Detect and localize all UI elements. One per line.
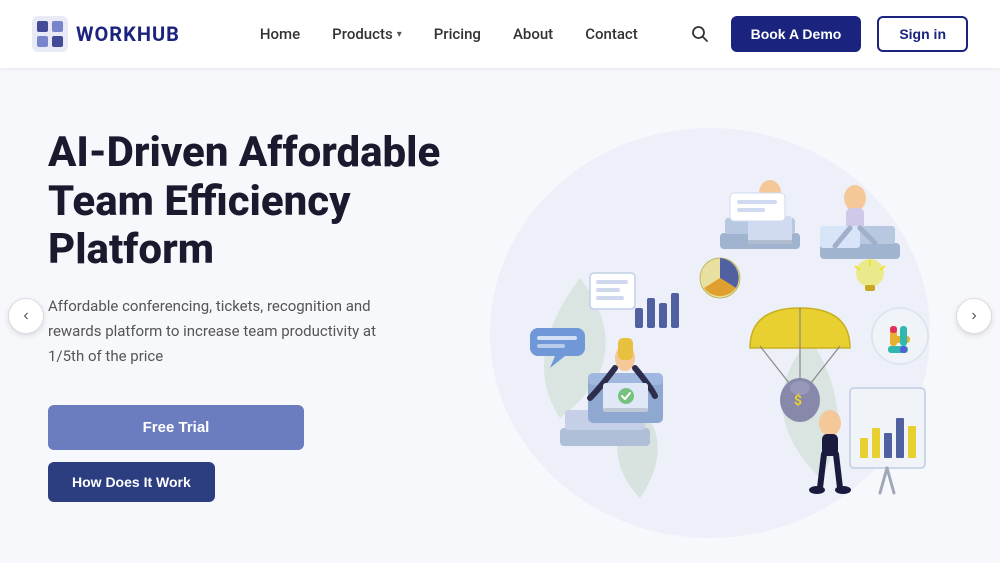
hero-svg: $ (440, 78, 960, 558)
hero-title: AI-Driven Affordable Team Efficiency Pla… (48, 129, 448, 274)
search-button[interactable] (685, 19, 715, 49)
carousel-next-button[interactable]: › (956, 298, 992, 334)
logo-text: WORKHUB (76, 22, 180, 46)
free-trial-button[interactable]: Free Trial (48, 405, 304, 450)
hero-content: AI-Driven Affordable Team Efficiency Pla… (48, 129, 448, 501)
sign-in-button[interactable]: Sign in (877, 16, 968, 52)
nav-products[interactable]: Products ▾ (332, 25, 402, 43)
logo-icon (32, 16, 68, 52)
search-icon (691, 25, 709, 43)
hero-subtitle: Affordable conferencing, tickets, recogn… (48, 294, 388, 368)
logo-link[interactable]: WORKHUB (32, 16, 180, 52)
hero-illustration: $ (440, 78, 960, 558)
chevron-right-icon: › (971, 307, 976, 325)
hero-section: ‹ AI-Driven Affordable Team Efficiency P… (0, 68, 1000, 563)
navbar: WORKHUB Home Products ▾ Pricing About Co… (0, 0, 1000, 68)
nav-right: Book A Demo Sign in (685, 16, 968, 52)
nav-pricing[interactable]: Pricing (434, 25, 481, 43)
nav-contact[interactable]: Contact (585, 25, 638, 43)
hero-buttons: Free Trial How Does It Work (48, 405, 448, 502)
chevron-left-icon: ‹ (23, 307, 28, 325)
book-demo-button[interactable]: Book A Demo (731, 16, 862, 52)
svg-text:$: $ (794, 392, 802, 409)
products-chevron-icon: ▾ (397, 29, 402, 40)
nav-links: Home Products ▾ Pricing About Contact (260, 25, 638, 43)
how-it-works-button[interactable]: How Does It Work (48, 462, 215, 502)
nav-about[interactable]: About (513, 25, 553, 43)
nav-home[interactable]: Home (260, 25, 300, 43)
carousel-prev-button[interactable]: ‹ (8, 298, 44, 334)
